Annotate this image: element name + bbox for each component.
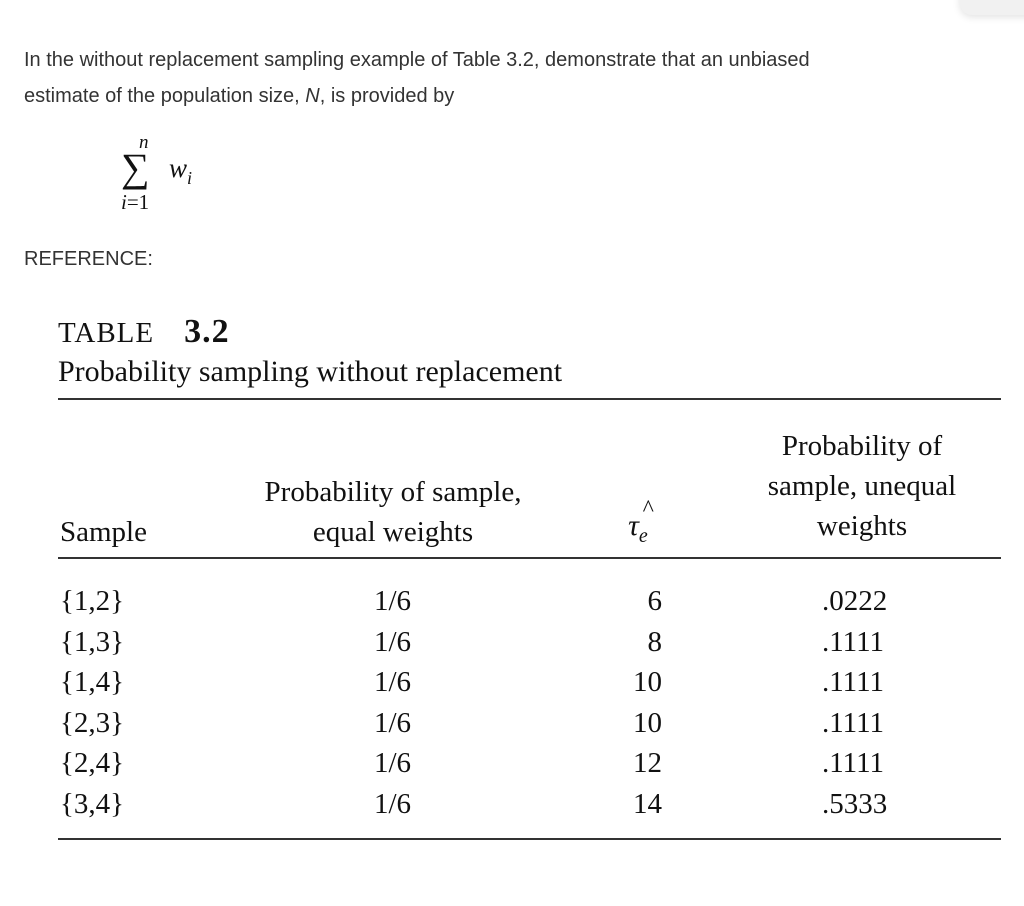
header-unequal-line-1: Probability of <box>781 430 943 462</box>
cell-equal: 1/6 <box>374 585 412 617</box>
question-line-1: In the without replacement sampling exam… <box>24 49 810 71</box>
cell-unequal: .0222 <box>822 585 888 617</box>
question-line-2: estimate of the population size, N, is p… <box>24 78 984 114</box>
tau-symbol: ^ τ <box>628 496 652 542</box>
table-3-2: TABLE 3.2 Probability sampling without re… <box>58 306 1001 840</box>
hat-accent: ^ <box>642 496 653 522</box>
cell-equal: 1/6 <box>374 706 412 739</box>
cell-sample: {2,4} <box>60 747 125 779</box>
question-text: In the without replacement sampling exam… <box>24 42 984 114</box>
cell-unequal: .1111 <box>822 666 885 698</box>
table-row: {2,3} 1/6 10 .1111 <box>58 703 1001 744</box>
cell-tau: 14 <box>633 787 662 820</box>
cell-equal: 1/6 <box>374 787 412 820</box>
sum-lower-limit: i=1 <box>121 190 149 215</box>
header-equal-weights: Probability of sample, equal weights <box>233 472 553 552</box>
header-unequal-weights: Probability of sample, unequal weights <box>733 426 991 546</box>
table-row: {1,2} 1/6 6 .0222 <box>58 581 1001 622</box>
question-line-2-prefix: estimate of the population size, <box>24 85 306 107</box>
table-label-word: TABLE <box>58 317 155 349</box>
cell-equal: 1/6 <box>374 747 412 779</box>
header-unequal-line-3: weights <box>816 510 908 542</box>
term-subscript: i <box>187 168 193 188</box>
table-label: TABLE 3.2 <box>58 306 1001 352</box>
cell-tau: 8 <box>647 625 663 658</box>
sigma-symbol: ∑ <box>121 145 150 190</box>
table-row: {1,3} 1/6 8 .1111 <box>58 622 1001 663</box>
cell-sample: {1,3} <box>60 625 125 658</box>
header-unequal-line-2: sample, unequal <box>767 470 957 502</box>
table-caption: Probability sampling without replacement <box>58 355 563 388</box>
cell-unequal: .1111 <box>822 625 885 658</box>
table-row: {3,4} 1/6 14 .5333 <box>58 784 1001 825</box>
cell-tau: 6 <box>647 585 663 617</box>
reference-label: REFERENCE: <box>24 248 153 270</box>
bottom-rule <box>58 838 1001 840</box>
table-header: Sample Probability of sample, equal weig… <box>58 400 1001 557</box>
cell-unequal: .1111 <box>822 747 885 779</box>
variable-n: N <box>305 85 320 107</box>
lower-eq: =1 <box>126 190 150 214</box>
cell-unequal: .5333 <box>822 787 888 820</box>
tau-letter: τ <box>628 509 639 542</box>
cell-sample: {3,4} <box>60 787 125 820</box>
cell-sample: {1,4} <box>60 666 125 698</box>
corner-card <box>960 0 1024 15</box>
table-row: {1,4} 1/6 10 .1111 <box>58 662 1001 703</box>
cell-sample: {2,3} <box>60 706 125 739</box>
header-equal-line-1: Probability of sample, <box>264 476 522 508</box>
header-tau-hat-e: ^ τe <box>603 496 673 556</box>
table-row: {2,4} 1/6 12 .1111 <box>58 743 1001 784</box>
table-number: 3.2 <box>184 313 230 350</box>
cell-sample: {1,2} <box>60 585 125 617</box>
table-body: {1,2} 1/6 6 .0222 {1,3} 1/6 8 .1111 {1,4… <box>58 559 1001 834</box>
header-equal-line-2: equal weights <box>312 516 474 548</box>
cell-tau: 12 <box>633 747 662 779</box>
header-sample: Sample <box>60 516 147 548</box>
summation-formula: n ∑ wi i=1 <box>118 132 238 232</box>
cell-unequal: .1111 <box>822 706 885 739</box>
cell-equal: 1/6 <box>374 625 412 658</box>
cell-tau: 10 <box>633 666 662 698</box>
sum-term: wi <box>169 153 192 189</box>
term-w: w <box>169 153 188 183</box>
question-line-2-suffix: , is provided by <box>319 85 455 107</box>
cell-equal: 1/6 <box>374 666 412 698</box>
cell-tau: 10 <box>633 706 662 739</box>
